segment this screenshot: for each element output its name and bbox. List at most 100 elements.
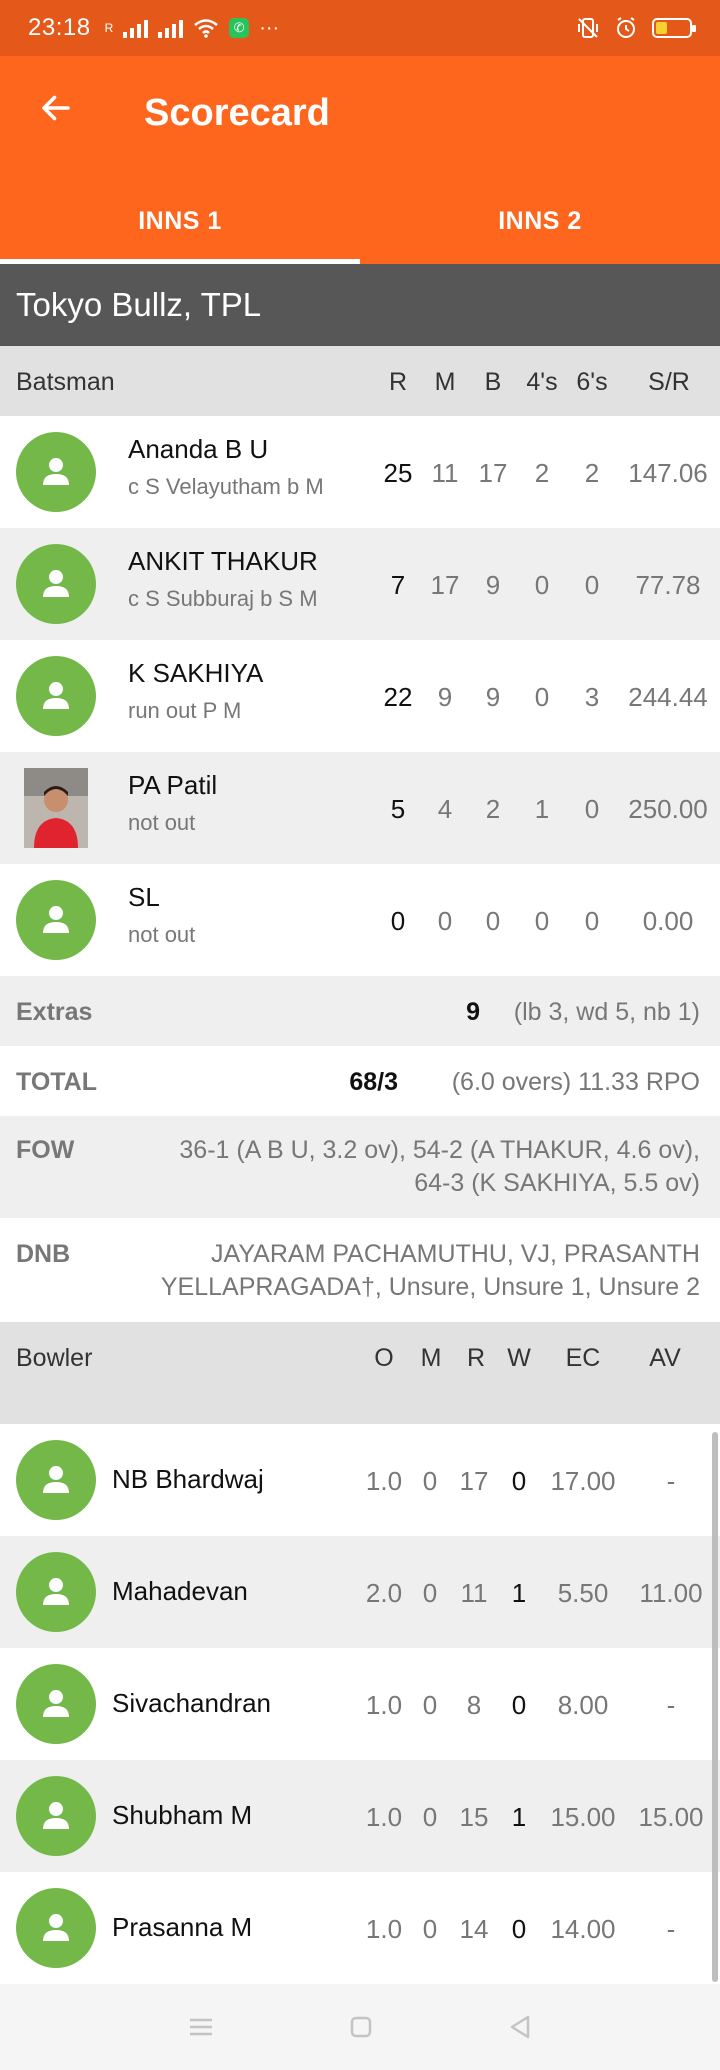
- balls-cell: 0: [485, 906, 501, 936]
- signal-icon-2: [158, 18, 184, 38]
- avatar: [16, 1664, 96, 1744]
- scrollbar[interactable]: [712, 1432, 718, 1982]
- runs-conceded-cell: 15: [459, 1802, 489, 1832]
- person-icon: [43, 1466, 69, 1493]
- tab-inns-1[interactable]: INNS 1: [0, 178, 360, 264]
- bowling-header: Bowler O M R W EC AV: [0, 1322, 720, 1424]
- economy-cell: 15.00: [550, 1802, 616, 1832]
- more-notifications-icon: ···: [259, 16, 280, 39]
- total-detail: (6.0 overs) 11.33 RPO: [451, 1068, 700, 1096]
- strike-rate-column-label: S/R: [648, 368, 690, 396]
- overs-cell: 1.0: [365, 1802, 403, 1832]
- signal-icon: [123, 18, 149, 38]
- overs-cell: 1.0: [365, 1690, 403, 1720]
- balls-column-label: B: [484, 368, 502, 396]
- whatsapp-icon: ✆: [229, 18, 250, 38]
- back-button[interactable]: [34, 86, 78, 130]
- minutes-column-label: M: [434, 368, 456, 396]
- batsman-name: SL: [128, 882, 160, 912]
- runs-conceded-cell: 11: [460, 1578, 488, 1608]
- dnb-line-2: YELLAPRAGADA†, Unsure, Unsure 1, Unsure …: [160, 1273, 700, 1301]
- runs-conceded-column-label: R: [466, 1344, 486, 1372]
- menu-icon[interactable]: [186, 2015, 216, 2039]
- strike-rate-cell: 0.00: [642, 906, 694, 936]
- fours-cell: 0: [534, 906, 550, 936]
- minutes-cell: 9: [437, 682, 453, 712]
- tab-inns-2[interactable]: INNS 2: [360, 178, 720, 264]
- bowler-row[interactable]: Shubham M 1.0 0 15 1 15.00 15.00: [0, 1760, 720, 1872]
- person-icon: [43, 682, 69, 709]
- runs-column-label: R: [388, 368, 408, 396]
- back-triangle-icon[interactable]: [506, 2013, 534, 2041]
- bowler-name: Mahadevan: [112, 1576, 248, 1606]
- bowler-row[interactable]: Mahadevan 2.0 0 11 1 5.50 11.00: [0, 1536, 720, 1648]
- fow-label: FOW: [16, 1136, 75, 1164]
- wickets-cell: 0: [511, 1914, 527, 1944]
- wickets-cell: 0: [511, 1690, 527, 1720]
- bowler-row[interactable]: NB Bhardwaj 1.0 0 17 0 17.00 -: [0, 1424, 720, 1536]
- bowler-row[interactable]: Sivachandran 1.0 0 8 0 8.00 -: [0, 1648, 720, 1760]
- dismissal-text: c S Subburaj b S M: [128, 586, 318, 611]
- dnb-line-1: JAYARAM PACHAMUTHU, VJ, PRASANTH: [211, 1240, 700, 1268]
- batsman-name: Ananda B U: [128, 434, 269, 464]
- average-cell: -: [666, 1466, 676, 1496]
- wickets-column-label: W: [507, 1344, 531, 1372]
- innings-tabs: INNS 1 INNS 2: [0, 178, 720, 264]
- status-left: 23:18 R ✆ ···: [28, 14, 279, 42]
- minutes-cell: 4: [437, 794, 453, 824]
- average-cell: -: [666, 1690, 676, 1720]
- batsman-row[interactable]: PA Patil not out 5 4 2 1 0 250.00: [0, 752, 720, 864]
- economy-cell: 17.00: [550, 1466, 616, 1496]
- wickets-cell: 1: [511, 1578, 527, 1608]
- batsman-row[interactable]: ANKIT THAKUR c S Subburaj b S M 7 17 9 0 0 77.7…: [0, 528, 720, 640]
- player-photo: [24, 768, 88, 848]
- economy-cell: 14.00: [550, 1914, 616, 1944]
- extras-label: Extras: [16, 998, 93, 1026]
- batsman-column-label: Batsman: [16, 368, 115, 396]
- page-title: Scorecard: [144, 92, 330, 134]
- bowler-row[interactable]: Prasanna M 1.0 0 14 0 14.00 -: [0, 1872, 720, 1984]
- runs-cell: 5: [390, 794, 406, 824]
- sixes-cell: 0: [584, 794, 600, 824]
- runs-cell: 25: [383, 458, 413, 488]
- batsman-name: K SAKHIYA: [128, 658, 264, 688]
- battery-icon: [652, 18, 696, 38]
- wickets-cell: 1: [511, 1802, 527, 1832]
- avatar: [16, 656, 96, 736]
- sixes-column-label: 6's: [576, 368, 608, 396]
- batting-header: Batsman R M B 4's 6's S/R: [0, 346, 720, 416]
- fours-cell: 0: [534, 570, 550, 600]
- person-icon: [43, 1690, 69, 1717]
- batsman-row[interactable]: K SAKHIYA run out P M 22 9 9 0 3 244.44: [0, 640, 720, 752]
- runs-conceded-cell: 14: [459, 1914, 489, 1944]
- overs-cell: 1.0: [365, 1914, 403, 1944]
- maidens-cell: 0: [422, 1690, 438, 1720]
- dnb-label: DNB: [16, 1240, 71, 1268]
- sixes-cell: 3: [584, 682, 600, 712]
- avatar: [16, 880, 96, 960]
- extras-value: 9: [466, 998, 480, 1026]
- runs-cell: 0: [390, 906, 406, 936]
- status-bar: 23:18 R ✆ ···: [0, 0, 720, 56]
- maidens-cell: 0: [422, 1466, 438, 1496]
- dismissal-text: run out P M: [128, 698, 242, 723]
- batsman-row[interactable]: Ananda B U c S Velayutham b M 25 11 17 2 2 147.…: [0, 416, 720, 528]
- maidens-column-label: M: [420, 1344, 442, 1372]
- runs-conceded-cell: 17: [459, 1466, 489, 1496]
- batsman-row[interactable]: SL not out 0 0 0 0 0 0.00: [0, 864, 720, 976]
- overs-cell: 1.0: [365, 1466, 403, 1496]
- bowler-name: NB Bhardwaj: [112, 1464, 264, 1494]
- balls-cell: 9: [485, 570, 501, 600]
- overs-column-label: O: [374, 1344, 394, 1372]
- total-row: TOTAL 68/3 (6.0 overs) 11.33 RPO: [0, 1046, 720, 1116]
- system-navigation-bar: [0, 1984, 720, 2070]
- batsman-name: ANKIT THAKUR: [128, 546, 318, 576]
- home-icon[interactable]: [347, 2013, 375, 2041]
- fow-line-2: 64-3 (K SAKHIYA, 5.5 ov): [414, 1169, 700, 1197]
- economy-cell: 8.00: [557, 1690, 609, 1720]
- person-icon: [43, 906, 69, 933]
- fow-line-1: 36-1 (A B U, 3.2 ov), 54-2 (A THAKUR, 4.…: [179, 1136, 700, 1164]
- person-icon: [43, 1578, 69, 1605]
- avatar: [16, 1552, 96, 1632]
- strike-rate-cell: 77.78: [635, 570, 701, 600]
